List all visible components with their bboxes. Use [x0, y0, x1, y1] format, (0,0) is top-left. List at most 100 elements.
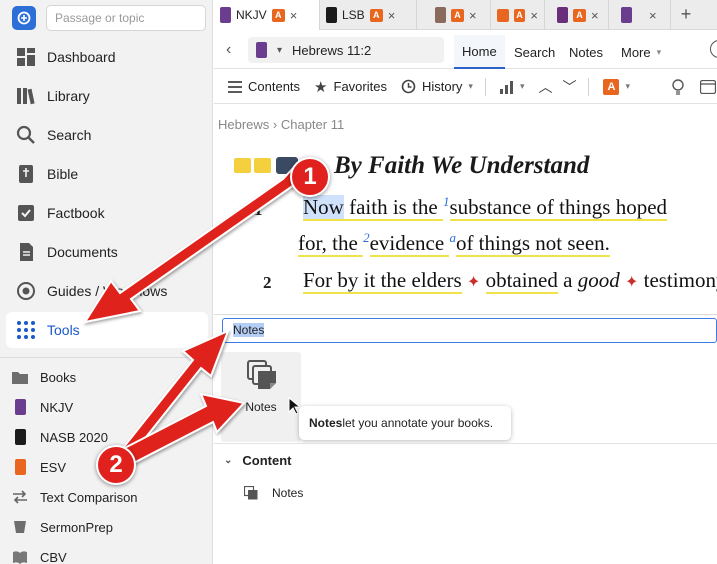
book-cover-icon: [220, 7, 231, 23]
tab-bar: NKJV A × LSB A × A × A × A × × +: [214, 0, 717, 30]
book-cover-icon: [435, 7, 446, 23]
content-notes-item[interactable]: Notes: [244, 486, 303, 500]
star-marker-icon[interactable]: ✦: [467, 274, 480, 291]
nav-guides-workflows[interactable]: Guides / Workflows: [6, 273, 208, 309]
verse-text: a: [557, 268, 578, 292]
guides-icon: [15, 280, 37, 302]
tab-notes[interactable]: Notes: [561, 35, 611, 69]
toolbar-separator: [484, 77, 486, 96]
book-label: CBV: [40, 549, 67, 564]
tab-search-label: Search: [514, 44, 556, 60]
close-icon[interactable]: ×: [469, 8, 477, 23]
book-label: ESV: [40, 459, 67, 475]
tools-search-input[interactable]: Notes: [222, 318, 717, 343]
book-cover-icon: [326, 7, 337, 23]
highlighted-word[interactable]: Now: [303, 195, 344, 221]
nav-search[interactable]: Search: [6, 117, 208, 153]
chevron-down-icon: ▾: [519, 81, 525, 91]
book-cover-icon: [10, 397, 30, 417]
note-marker-icon[interactable]: [234, 158, 251, 173]
close-icon[interactable]: ×: [591, 8, 599, 23]
tab-home[interactable]: Home: [454, 35, 505, 69]
sermonprep[interactable]: SermonPrep: [10, 514, 210, 540]
nav-factbook[interactable]: Factbook: [6, 195, 208, 231]
close-icon[interactable]: ×: [649, 8, 657, 23]
back-chevron-icon[interactable]: ‹: [226, 41, 231, 59]
tab-lsb[interactable]: LSB A ×: [320, 0, 417, 30]
panel-menu-button[interactable]: [700, 79, 717, 94]
bars-icon: [499, 80, 513, 94]
book-cover-icon: [497, 8, 509, 22]
bible-text-area: By Faith We Understand 1 Now faith is th…: [214, 142, 717, 314]
tooltip-text: let you annotate your books.: [342, 416, 494, 430]
book-cover-icon: [256, 42, 267, 58]
reference-box[interactable]: ▾ Hebrews 11:2: [248, 37, 444, 63]
nav-tools[interactable]: Tools: [6, 312, 208, 348]
note-marker-icon[interactable]: [254, 158, 271, 173]
nav-documents[interactable]: Documents: [6, 234, 208, 270]
reference-text: Hebrews 11:2: [292, 42, 372, 58]
verse-text[interactable]: obtained: [485, 268, 558, 294]
tab-book-3[interactable]: A ×: [417, 0, 491, 30]
italic-word: good: [577, 268, 620, 292]
tab-book-4[interactable]: A ×: [491, 0, 545, 30]
history-icon: [401, 79, 416, 94]
close-icon[interactable]: ×: [290, 8, 298, 23]
tab-more[interactable]: More ▾: [613, 35, 669, 69]
visual-filter-button[interactable]: ▾: [499, 80, 525, 94]
tooltip-title: Notes: [309, 416, 343, 430]
folder-icon: [10, 367, 30, 387]
nav-library[interactable]: Library: [6, 78, 208, 114]
footnote-marker[interactable]: 1: [443, 194, 450, 209]
nav-label: Library: [47, 88, 90, 104]
next-button[interactable]: ﹀: [562, 77, 576, 97]
close-icon[interactable]: ×: [530, 8, 538, 23]
dropdown-icon[interactable]: ▾: [277, 45, 282, 56]
step-1-marker: 1: [290, 157, 330, 197]
text-comparison[interactable]: Text Comparison: [10, 484, 210, 510]
verse-text: of things not seen.: [455, 231, 610, 257]
tab-book-5[interactable]: A ×: [545, 0, 609, 30]
contents-button[interactable]: Contents: [228, 79, 300, 94]
bible-icon: [15, 163, 37, 185]
book-cover-icon: [621, 7, 632, 23]
toolbar-separator: [588, 77, 590, 96]
highlight-button[interactable]: [670, 78, 686, 96]
cross-reference-marker[interactable]: a: [449, 230, 456, 245]
tools-search-panel: Notes Notes Notes let you annotate your …: [214, 314, 717, 564]
panel-settings-icon[interactable]: [710, 40, 717, 58]
notes-tooltip: Notes let you annotate your books.: [299, 406, 511, 440]
footnote-marker[interactable]: 2: [363, 230, 370, 245]
verse-text[interactable]: elders: [411, 268, 462, 294]
verse-1-line-1: Now faith is the 1substance of things ho…: [303, 194, 668, 221]
tab-nkjv[interactable]: NKJV A ×: [214, 0, 320, 30]
chevron-down-icon: ⌄: [224, 455, 233, 466]
verse-number[interactable]: 1: [254, 200, 263, 220]
tab-book-6[interactable]: ×: [609, 0, 671, 30]
passage-search-input[interactable]: Passage or topic: [46, 5, 206, 31]
new-tab-button[interactable]: +: [671, 0, 701, 29]
notes-tool-tile[interactable]: Notes: [221, 352, 301, 442]
star-marker-icon[interactable]: ✦: [625, 274, 638, 291]
parallel-resources-button[interactable]: A ▾: [603, 78, 630, 95]
nav-label: Tools: [47, 322, 80, 338]
content-section-header[interactable]: ⌄ Content: [224, 453, 292, 468]
search-icon: [15, 124, 37, 146]
logos-home-icon[interactable]: [12, 6, 36, 30]
section-title: Content: [242, 453, 292, 468]
verse-number[interactable]: 2: [263, 273, 272, 293]
book-cbv[interactable]: CBV: [10, 544, 210, 564]
tab-search[interactable]: Search: [506, 35, 563, 69]
history-button[interactable]: History ▾: [401, 79, 473, 94]
close-icon[interactable]: ×: [388, 8, 396, 23]
tab-label: LSB: [342, 8, 365, 22]
books-folder[interactable]: Books: [10, 364, 210, 390]
nav-label: Dashboard: [47, 49, 116, 65]
previous-button[interactable]: ︿: [538, 77, 552, 97]
favorites-button[interactable]: ★ Favorites: [314, 78, 387, 96]
chevron-up-icon: ︿: [538, 78, 553, 95]
breadcrumb[interactable]: Hebrews › Chapter 11: [218, 117, 344, 132]
book-nkjv[interactable]: NKJV: [10, 394, 210, 420]
nav-bible[interactable]: Bible: [6, 156, 208, 192]
nav-dashboard[interactable]: Dashboard: [6, 39, 208, 75]
